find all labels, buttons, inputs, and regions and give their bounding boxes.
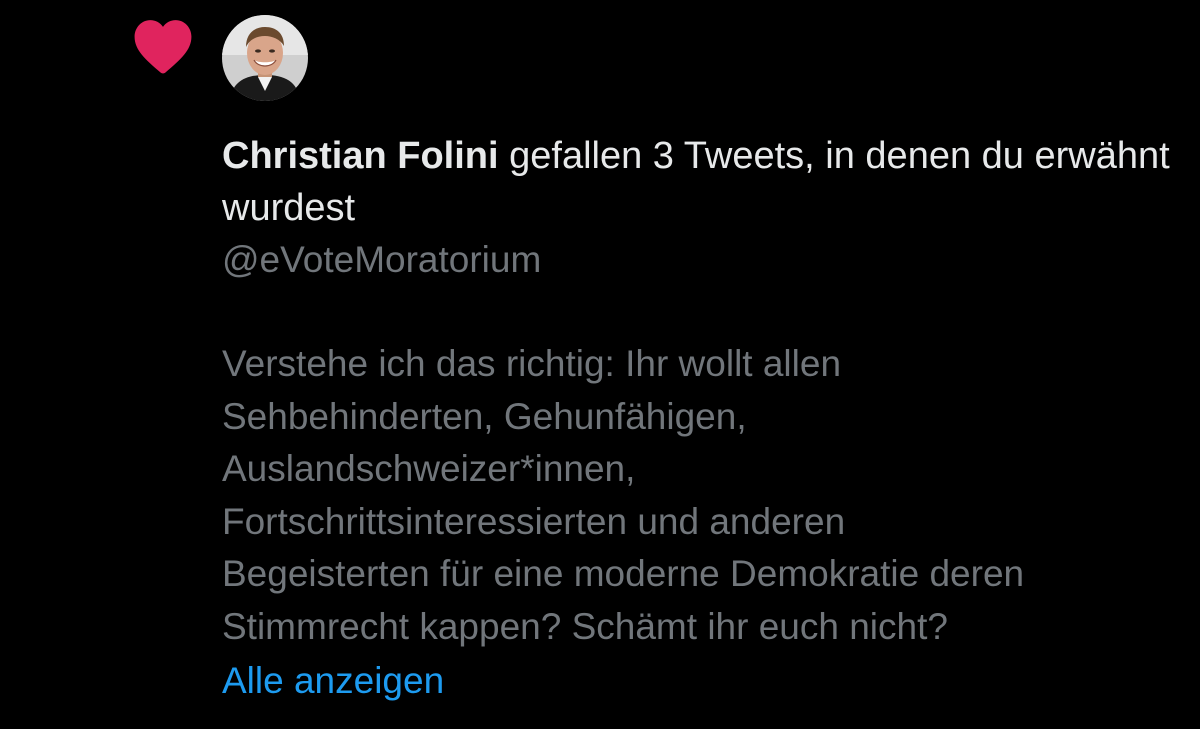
- tweet-text: Verstehe ich das richtig: Ihr wollt alle…: [222, 338, 1162, 653]
- avatar[interactable]: [222, 15, 308, 101]
- mentioned-handle: @eVoteMoratorium: [222, 239, 542, 280]
- tweet-text-line: Sehbehinderten, Gehunfähigen,: [222, 395, 747, 437]
- notification-content: Christian Folini gefallen 3 Tweets, in d…: [222, 130, 1172, 707]
- tweet-text-line: Fortschrittsinteressierten und anderen: [222, 500, 846, 542]
- actor-name[interactable]: Christian Folini: [222, 135, 499, 177]
- tweet-text-line: Stimmrecht kappen? Schämt ihr euch nicht…: [222, 605, 948, 647]
- avatar-photo: [222, 15, 308, 101]
- tweet-text-line: Verstehe ich das richtig: Ihr wollt alle…: [222, 343, 842, 384]
- show-all-link[interactable]: Alle anzeigen: [222, 655, 444, 707]
- like-notification[interactable]: Christian Folini gefallen 3 Tweets, in d…: [0, 0, 1200, 729]
- tweet-text-line: Auslandschweizer*innen,: [222, 448, 636, 489]
- heart-icon: [134, 20, 192, 74]
- notification-headline: Christian Folini gefallen 3 Tweets, in d…: [222, 130, 1172, 234]
- tweet-text-line: Begeisterten für eine moderne Demokratie…: [222, 553, 1025, 594]
